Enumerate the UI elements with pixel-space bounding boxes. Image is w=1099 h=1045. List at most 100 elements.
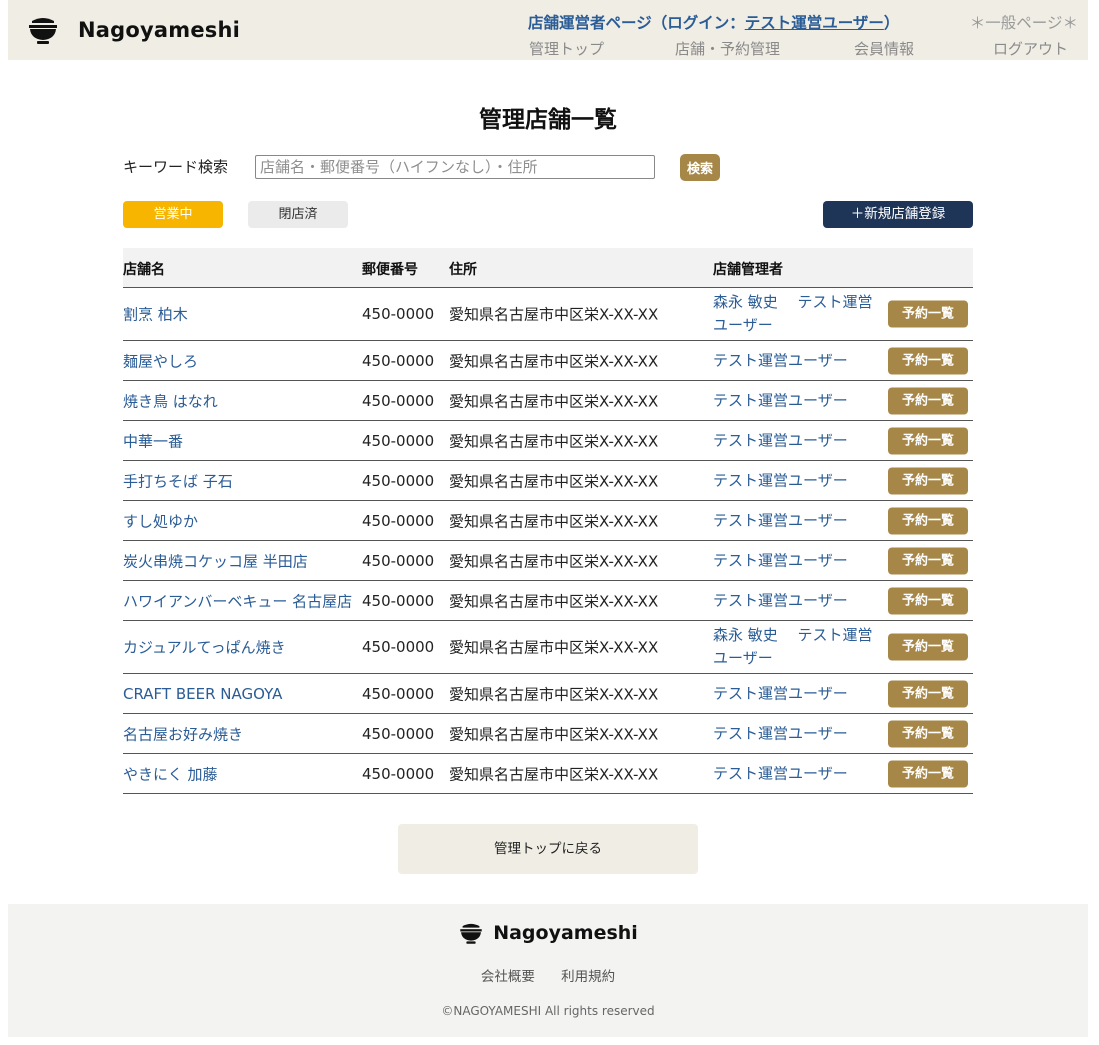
store-name-link[interactable]: 中華一番	[123, 430, 183, 451]
store-name-link[interactable]: 焼き鳥 はなれ	[123, 390, 218, 411]
back-to-admin-top-button[interactable]: 管理トップに戻る	[398, 824, 698, 874]
brand-name: Nagoyameshi	[78, 18, 241, 42]
table-row: 焼き鳥 はなれ 450-0000 愛知県名古屋市中区栄X-XX-XX テスト運営ユーザ…	[123, 381, 973, 421]
manager-links[interactable]: テスト運営ユーザー	[713, 389, 878, 412]
manager-links[interactable]: テスト運営ユーザー	[713, 589, 878, 612]
new-store-button[interactable]: ＋新規店舗登録	[823, 201, 973, 228]
manager-links[interactable]: テスト運営ユーザー	[713, 429, 878, 452]
footer-link-company[interactable]: 会社概要	[481, 969, 535, 985]
address: 愛知県名古屋市中区栄X-XX-XX	[449, 638, 659, 657]
reservation-list-button[interactable]: 予約一覧	[888, 387, 968, 414]
table-header: 店舗名 郵便番号 住所 店舗管理者	[123, 248, 973, 288]
table-row: 中華一番 450-0000 愛知県名古屋市中区栄X-XX-XX テスト運営ユーザー 予約…	[123, 421, 973, 461]
table-row: 割烹 柏木 450-0000 愛知県名古屋市中区栄X-XX-XX 森永 敏史 テスト運…	[123, 288, 973, 341]
table-row: 手打ちそば 子石 450-0000 愛知県名古屋市中区栄X-XX-XX テスト運営ユー…	[123, 461, 973, 501]
rice-bowl-icon	[29, 18, 57, 44]
address: 愛知県名古屋市中区栄X-XX-XX	[449, 552, 659, 570]
manager-links[interactable]: テスト運営ユーザー	[713, 469, 878, 492]
table-row: 名古屋お好み焼き 450-0000 愛知県名古屋市中区栄X-XX-XX テスト運営ユー…	[123, 714, 973, 754]
zip-code: 450-0000	[362, 431, 435, 450]
address: 愛知県名古屋市中区栄X-XX-XX	[449, 352, 659, 370]
table-row: やきにく 加藤 450-0000 愛知県名古屋市中区栄X-XX-XX テスト運営ユーザ…	[123, 754, 973, 794]
reservation-list-button[interactable]: 予約一覧	[888, 300, 968, 328]
reservation-list-button[interactable]: 予約一覧	[888, 507, 968, 534]
table-row: 麺屋やしろ 450-0000 愛知県名古屋市中区栄X-XX-XX テスト運営ユーザー予…	[123, 341, 973, 381]
nav-logout[interactable]: ログアウト	[993, 38, 1068, 59]
login-user-link[interactable]: テスト運営ユーザー	[745, 14, 884, 32]
footer-brand-name: Nagoyameshi	[493, 922, 638, 944]
address: 愛知県名古屋市中区栄X-XX-XX	[449, 512, 659, 530]
reservation-list-button[interactable]: 予約一覧	[888, 427, 968, 454]
manager-links[interactable]: テスト運営ユーザー	[713, 509, 878, 532]
nav-store-reservation[interactable]: 店舗・予約管理	[675, 38, 780, 59]
header-zip: 郵便番号	[362, 262, 418, 278]
manager-links[interactable]: テスト運営ユーザー	[713, 682, 878, 705]
store-name-link[interactable]: すし処ゆか	[123, 510, 198, 531]
address: 愛知県名古屋市中区栄X-XX-XX	[449, 685, 659, 703]
store-table: 店舗名 郵便番号 住所 店舗管理者 割烹 柏木 450-0000 愛知県名古屋市中区…	[123, 248, 973, 794]
search-input[interactable]	[255, 155, 655, 179]
header-store-name: 店舗名	[123, 262, 165, 278]
address: 愛知県名古屋市中区栄X-XX-XX	[449, 392, 659, 410]
site-footer: Nagoyameshi 会社概要 利用規約 ©NAGOYAMESHI All r…	[8, 904, 1088, 1037]
store-name-link[interactable]: やきにく 加藤	[123, 763, 217, 784]
header-manager: 店舗管理者	[713, 262, 783, 278]
zip-code: 450-0000	[362, 551, 435, 570]
manager-links[interactable]: 森永 敏史 テスト運営ユーザー	[713, 624, 878, 670]
table-row: CRAFT BEER NAGOYA 450-0000 愛知県名古屋市中区栄X-XX-…	[123, 674, 973, 714]
table-row: カジュアルてっぱん焼き 450-0000 愛知県名古屋市中区栄X-XX-XX 森永 敏…	[123, 621, 973, 674]
tab-closed-stores[interactable]: 閉店済	[248, 201, 348, 228]
store-name-link[interactable]: カジュアルてっぱん焼き	[123, 637, 286, 658]
zip-code: 450-0000	[362, 351, 435, 370]
manager-links[interactable]: 森永 敏史 テスト運営ユーザー	[713, 291, 878, 337]
manager-links[interactable]: テスト運営ユーザー	[713, 722, 878, 745]
table-row: ハワイアンバーベキュー 名古屋店 450-0000 愛知県名古屋市中区栄X-XX-X…	[123, 581, 973, 621]
address: 愛知県名古屋市中区栄X-XX-XX	[449, 472, 659, 490]
search-label: キーワード検索	[123, 158, 229, 176]
zip-code: 450-0000	[362, 638, 435, 656]
rice-bowl-icon	[460, 923, 482, 944]
logo-link[interactable]: Nagoyameshi	[26, 13, 240, 47]
table-row: 炭火串焼コケッコ屋 半田店 450-0000 愛知県名古屋市中区栄X-XX-XX テス…	[123, 541, 973, 581]
operator-page-title: 店舗運営者ページ（ログイン：テスト運営ユーザー）	[528, 11, 899, 33]
manager-links[interactable]: テスト運営ユーザー	[713, 762, 878, 785]
store-name-link[interactable]: ハワイアンバーベキュー 名古屋店	[123, 590, 352, 611]
nav-member-info[interactable]: 会員情報	[854, 38, 914, 59]
zip-code: 450-0000	[362, 305, 435, 323]
zip-code: 450-0000	[362, 684, 435, 703]
page-title: 管理店舗一覧	[479, 107, 617, 133]
tab-open-stores[interactable]: 営業中	[123, 201, 223, 228]
address: 愛知県名古屋市中区栄X-XX-XX	[449, 432, 659, 450]
title-prefix: 店舗運営者ページ（ログイン：	[528, 14, 745, 32]
manager-links[interactable]: テスト運営ユーザー	[713, 349, 878, 372]
address: 愛知県名古屋市中区栄X-XX-XX	[449, 592, 659, 610]
reservation-list-button[interactable]: 予約一覧	[888, 467, 968, 494]
store-name-link[interactable]: 割烹 柏木	[123, 304, 188, 325]
table-body: 割烹 柏木 450-0000 愛知県名古屋市中区栄X-XX-XX 森永 敏史 テスト運…	[123, 288, 973, 794]
table-row: すし処ゆか 450-0000 愛知県名古屋市中区栄X-XX-XX テスト運営ユーザー予…	[123, 501, 973, 541]
general-page-link[interactable]: ＊一般ページ＊	[970, 11, 1078, 33]
footer-link-terms[interactable]: 利用規約	[561, 969, 615, 985]
manager-links[interactable]: テスト運営ユーザー	[713, 549, 878, 572]
store-name-link[interactable]: 麺屋やしろ	[123, 350, 198, 371]
reservation-list-button[interactable]: 予約一覧	[888, 347, 968, 374]
store-name-link[interactable]: 手打ちそば 子石	[123, 470, 233, 491]
store-name-link[interactable]: 名古屋お好み焼き	[123, 723, 243, 744]
zip-code: 450-0000	[362, 724, 435, 743]
search-button[interactable]: 検索	[680, 154, 720, 181]
store-name-link[interactable]: CRAFT BEER NAGOYA	[123, 685, 282, 703]
store-name-link[interactable]: 炭火串焼コケッコ屋 半田店	[123, 550, 308, 571]
zip-code: 450-0000	[362, 511, 435, 530]
nav-admin-top[interactable]: 管理トップ	[529, 38, 604, 59]
address: 愛知県名古屋市中区栄X-XX-XX	[449, 725, 659, 743]
header-address: 住所	[449, 262, 477, 278]
copyright: ©NAGOYAMESHI All rights reserved	[441, 1004, 655, 1018]
reservation-list-button[interactable]: 予約一覧	[888, 633, 968, 661]
reservation-list-button[interactable]: 予約一覧	[888, 547, 968, 574]
reservation-list-button[interactable]: 予約一覧	[888, 680, 968, 707]
reservation-list-button[interactable]: 予約一覧	[888, 720, 968, 747]
footer-logo[interactable]: Nagoyameshi	[8, 920, 1088, 946]
title-suffix: ）	[883, 14, 900, 32]
reservation-list-button[interactable]: 予約一覧	[888, 587, 968, 614]
reservation-list-button[interactable]: 予約一覧	[888, 760, 968, 787]
